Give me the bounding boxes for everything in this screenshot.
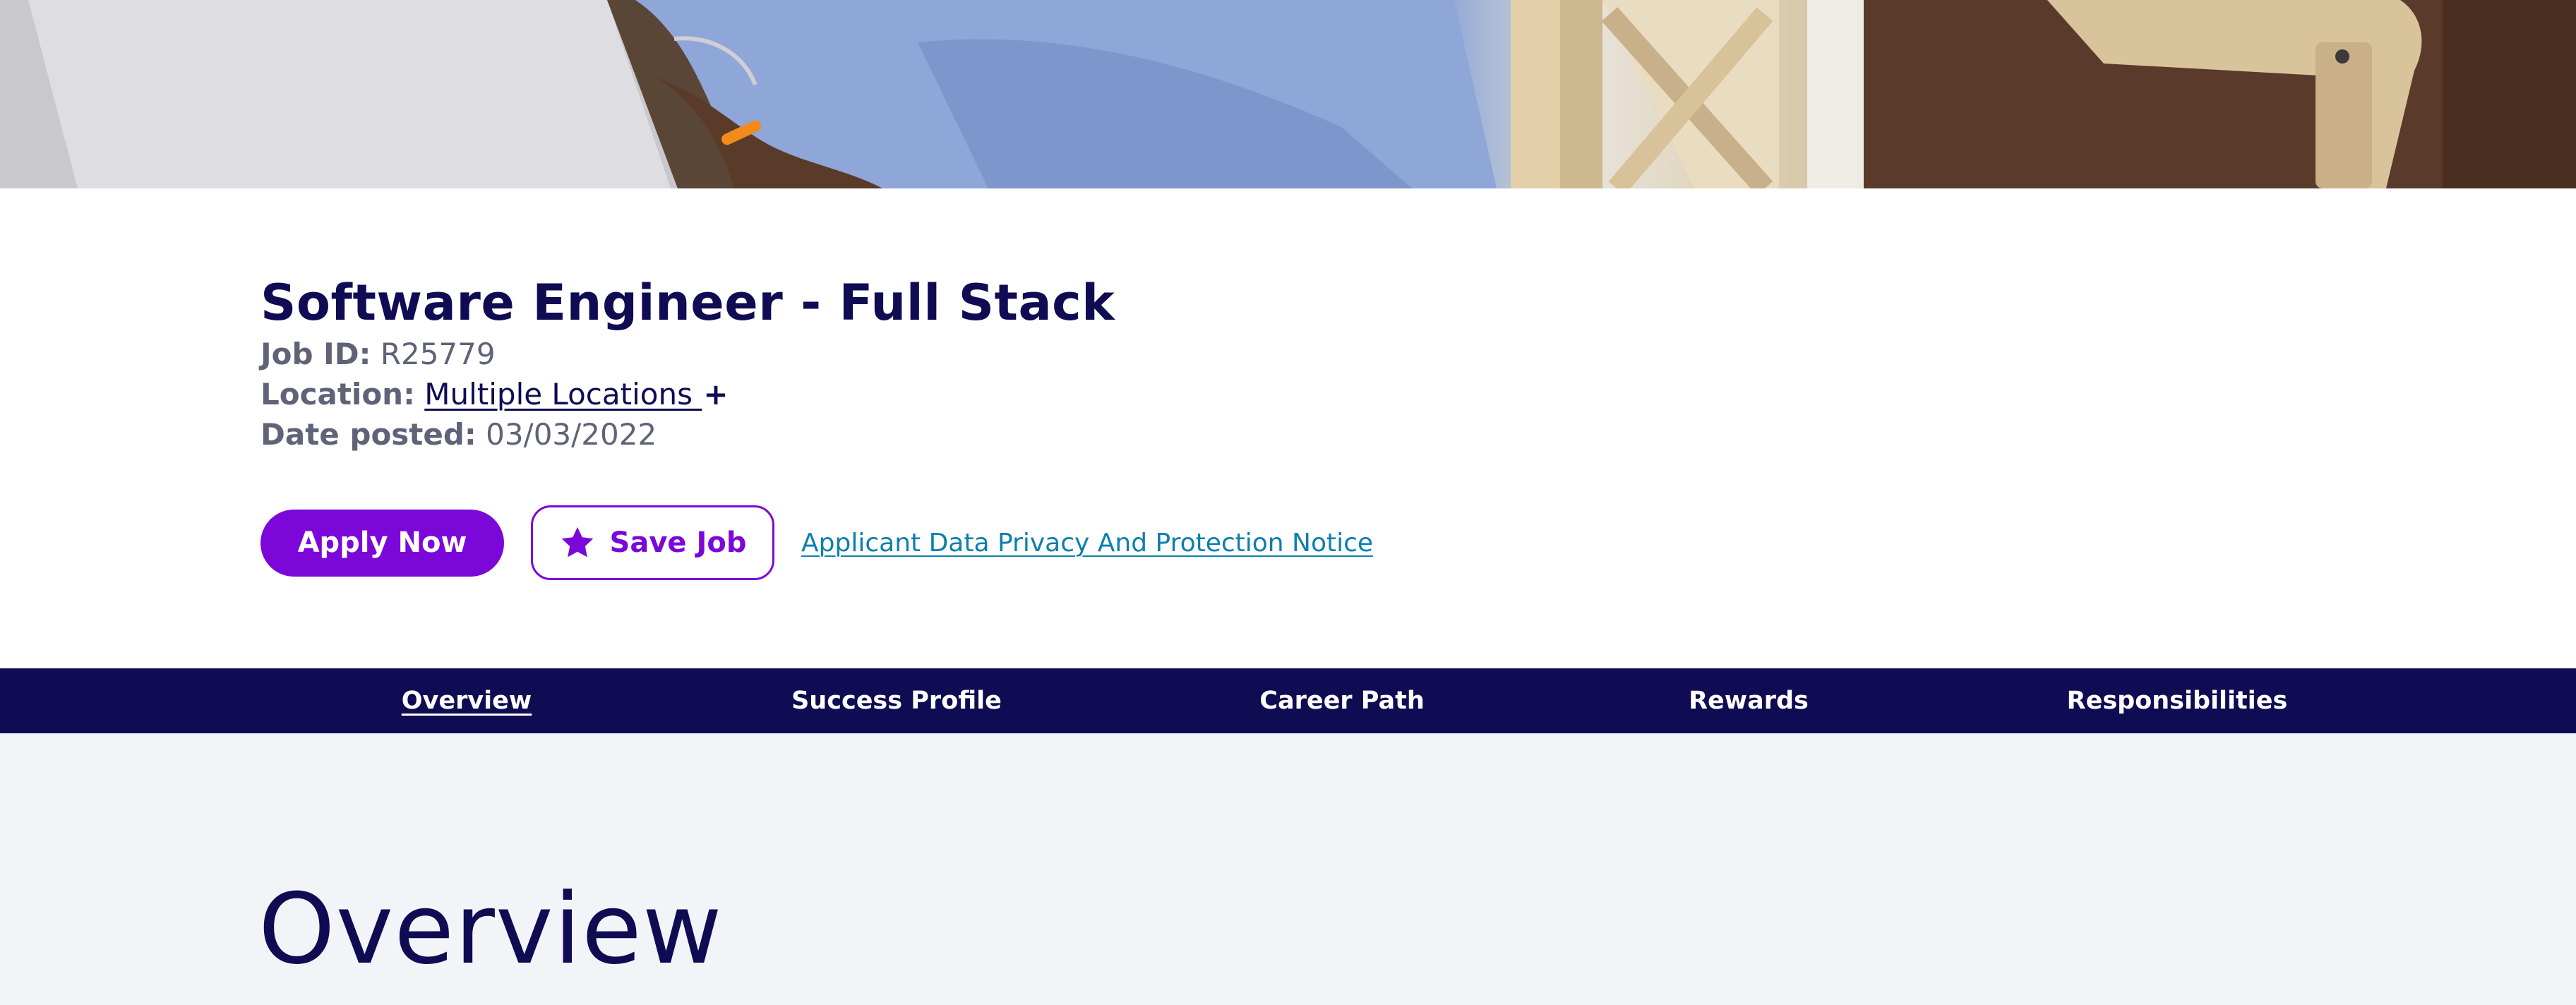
tab-responsibilities[interactable]: Responsibilities (2067, 668, 2288, 733)
hero-image (0, 0, 2576, 188)
job-actions: Apply Now Save Job Applicant Data Privac… (260, 505, 1373, 580)
job-id-label: Job ID: (260, 337, 371, 371)
location-line: Location: Multiple Locations + (260, 374, 2308, 414)
tab-rewards[interactable]: Rewards (1689, 668, 1809, 733)
date-posted-value: 03/03/2022 (486, 417, 657, 452)
tab-career-path[interactable]: Career Path (1259, 668, 1424, 733)
overview-heading: Overview (258, 872, 723, 986)
privacy-notice-link[interactable]: Applicant Data Privacy And Protection No… (801, 529, 1373, 558)
date-posted-label: Date posted: (260, 417, 477, 452)
location-label: Location: (260, 377, 415, 411)
tab-success-profile[interactable]: Success Profile (791, 668, 1002, 733)
job-id-line: Job ID: R25779 (260, 334, 2308, 374)
content-area: Overview (0, 733, 2576, 1005)
job-header: Software Engineer - Full Stack Job ID: R… (260, 272, 2308, 455)
job-title: Software Engineer - Full Stack (260, 274, 1115, 332)
location-more-toggle[interactable]: + (703, 377, 728, 411)
apply-now-button[interactable]: Apply Now (260, 509, 504, 577)
date-posted-line: Date posted: 03/03/2022 (260, 414, 2308, 455)
star-icon (559, 524, 596, 561)
save-job-label: Save Job (609, 526, 747, 559)
location-link[interactable]: Multiple Locations (424, 377, 702, 411)
save-job-button[interactable]: Save Job (531, 505, 774, 580)
hero-photo-illustration (0, 0, 2576, 188)
tab-overview[interactable]: Overview (402, 668, 532, 733)
section-tab-nav: Overview Success Profile Career Path Rew… (0, 668, 2576, 733)
job-id-value: R25779 (380, 337, 496, 371)
